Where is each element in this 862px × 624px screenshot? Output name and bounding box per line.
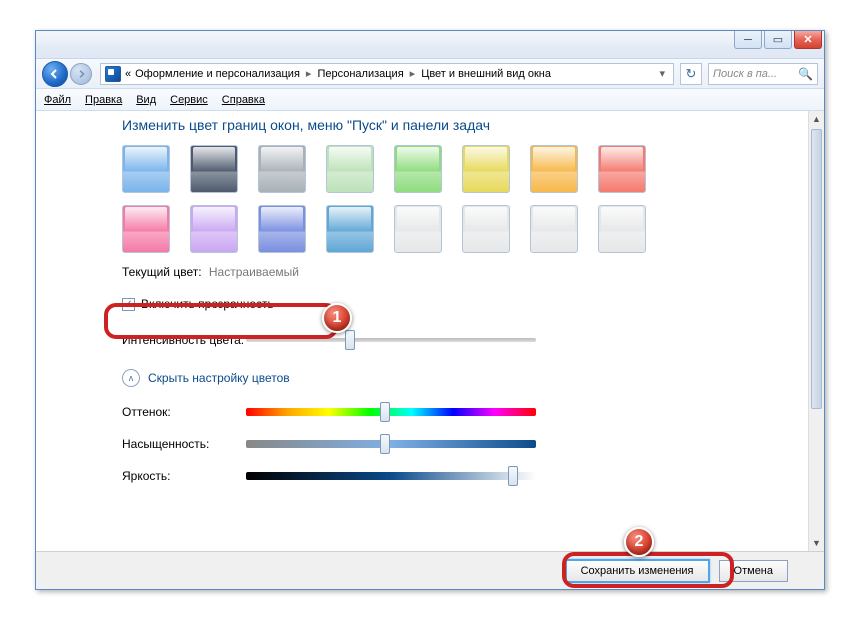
color-swatch[interactable] <box>122 145 170 193</box>
intensity-label: Интенсивность цвета: <box>122 333 246 347</box>
saturation-label: Насыщенность: <box>122 437 246 451</box>
chevron-right-icon: ▸ <box>410 67 416 80</box>
window: ─ ▭ ✕ « Оформление и персонализация ▸ Пе… <box>35 30 825 590</box>
menu-help[interactable]: Справка <box>222 94 265 106</box>
color-swatch[interactable] <box>530 205 578 253</box>
search-icon: 🔍 <box>798 67 813 81</box>
content-area: ▲ ▼ Изменить цвет границ окон, меню "Пус… <box>36 111 824 551</box>
control-panel-icon <box>105 66 121 82</box>
saturation-row: Насыщенность: <box>122 437 808 451</box>
refresh-button[interactable]: ↻ <box>680 63 702 85</box>
menubar: Файл Правка Вид Сервис Справка <box>36 89 824 111</box>
search-input[interactable]: Поиск в па... 🔍 <box>708 63 818 85</box>
chevron-right-icon: ▸ <box>306 67 312 80</box>
search-placeholder: Поиск в па... <box>713 68 777 80</box>
current-color-value: Настраиваемый <box>209 265 299 279</box>
color-swatch[interactable] <box>258 205 306 253</box>
breadcrumb-dropdown[interactable]: ▾ <box>655 67 669 80</box>
color-swatch[interactable] <box>122 205 170 253</box>
cancel-button[interactable]: Отмена <box>719 560 788 582</box>
intensity-row: Интенсивность цвета: <box>122 333 808 347</box>
cancel-button-label: Отмена <box>734 565 773 577</box>
chevron-up-icon: ʌ <box>122 369 140 387</box>
arrow-right-icon <box>76 69 86 79</box>
breadcrumb-prefix: « <box>125 68 131 80</box>
close-button[interactable]: ✕ <box>794 31 822 49</box>
color-swatch-row <box>122 205 808 253</box>
menu-view[interactable]: Вид <box>136 94 156 106</box>
scrollbar-thumb[interactable] <box>811 129 822 409</box>
breadcrumb-seg[interactable]: Цвет и внешний вид окна <box>421 68 551 80</box>
color-swatch[interactable] <box>258 145 306 193</box>
transparency-row: ✓ Включить прозрачность <box>122 293 808 315</box>
annotation-badge: 2 <box>624 527 654 557</box>
footer: Сохранить изменения Отмена <box>36 551 824 589</box>
current-color-label: Текущий цвет: <box>122 265 202 279</box>
color-swatch-row <box>122 145 808 193</box>
color-swatch[interactable] <box>462 205 510 253</box>
mixer-toggle-label: Скрыть настройку цветов <box>148 371 290 385</box>
slider-thumb[interactable] <box>345 330 355 350</box>
brightness-row: Яркость: <box>122 469 808 483</box>
titlebar: ─ ▭ ✕ <box>36 31 824 59</box>
page-title: Изменить цвет границ окон, меню "Пуск" и… <box>122 117 808 133</box>
slider-thumb[interactable] <box>380 434 390 454</box>
color-swatch[interactable] <box>394 145 442 193</box>
breadcrumb-seg[interactable]: Персонализация <box>317 68 403 80</box>
hue-label: Оттенок: <box>122 405 246 419</box>
save-button-label: Сохранить изменения <box>581 565 694 577</box>
hue-slider[interactable] <box>246 408 536 416</box>
arrow-left-icon <box>49 68 61 80</box>
color-swatch[interactable] <box>190 145 238 193</box>
transparency-checkbox[interactable]: ✓ <box>122 298 135 311</box>
hue-row: Оттенок: <box>122 405 808 419</box>
window-controls: ─ ▭ ✕ <box>734 31 822 49</box>
navbar: « Оформление и персонализация ▸ Персонал… <box>36 59 824 89</box>
menu-edit[interactable]: Правка <box>85 94 122 106</box>
saturation-slider[interactable] <box>246 440 536 448</box>
transparency-label[interactable]: Включить прозрачность <box>141 297 274 311</box>
menu-tools[interactable]: Сервис <box>170 94 208 106</box>
scrollbar-vertical[interactable]: ▲ ▼ <box>808 111 824 551</box>
save-button[interactable]: Сохранить изменения <box>566 560 709 582</box>
color-swatch[interactable] <box>326 205 374 253</box>
scroll-arrow-down-icon[interactable]: ▼ <box>809 535 824 551</box>
intensity-slider[interactable] <box>246 338 536 342</box>
color-swatch[interactable] <box>190 205 238 253</box>
menu-file[interactable]: Файл <box>44 94 71 106</box>
mixer-toggle[interactable]: ʌ Скрыть настройку цветов <box>122 369 808 387</box>
brightness-label: Яркость: <box>122 469 246 483</box>
color-swatch[interactable] <box>394 205 442 253</box>
breadcrumb[interactable]: « Оформление и персонализация ▸ Персонал… <box>100 63 674 85</box>
color-swatch[interactable] <box>326 145 374 193</box>
color-swatch[interactable] <box>530 145 578 193</box>
nav-back-button[interactable] <box>42 61 68 87</box>
color-swatch[interactable] <box>598 205 646 253</box>
maximize-button[interactable]: ▭ <box>764 31 792 49</box>
color-swatch[interactable] <box>598 145 646 193</box>
current-color-row: Текущий цвет: Настраиваемый <box>122 265 808 279</box>
breadcrumb-seg[interactable]: Оформление и персонализация <box>135 68 300 80</box>
main-panel: Изменить цвет границ окон, меню "Пуск" и… <box>36 111 808 551</box>
color-swatch[interactable] <box>462 145 510 193</box>
scroll-arrow-up-icon[interactable]: ▲ <box>809 111 824 127</box>
nav-forward-button[interactable] <box>70 63 92 85</box>
brightness-slider[interactable] <box>246 472 536 480</box>
minimize-button[interactable]: ─ <box>734 31 762 49</box>
slider-thumb[interactable] <box>380 402 390 422</box>
slider-thumb[interactable] <box>508 466 518 486</box>
refresh-icon: ↻ <box>686 66 697 82</box>
annotation-badge: 1 <box>322 303 352 333</box>
